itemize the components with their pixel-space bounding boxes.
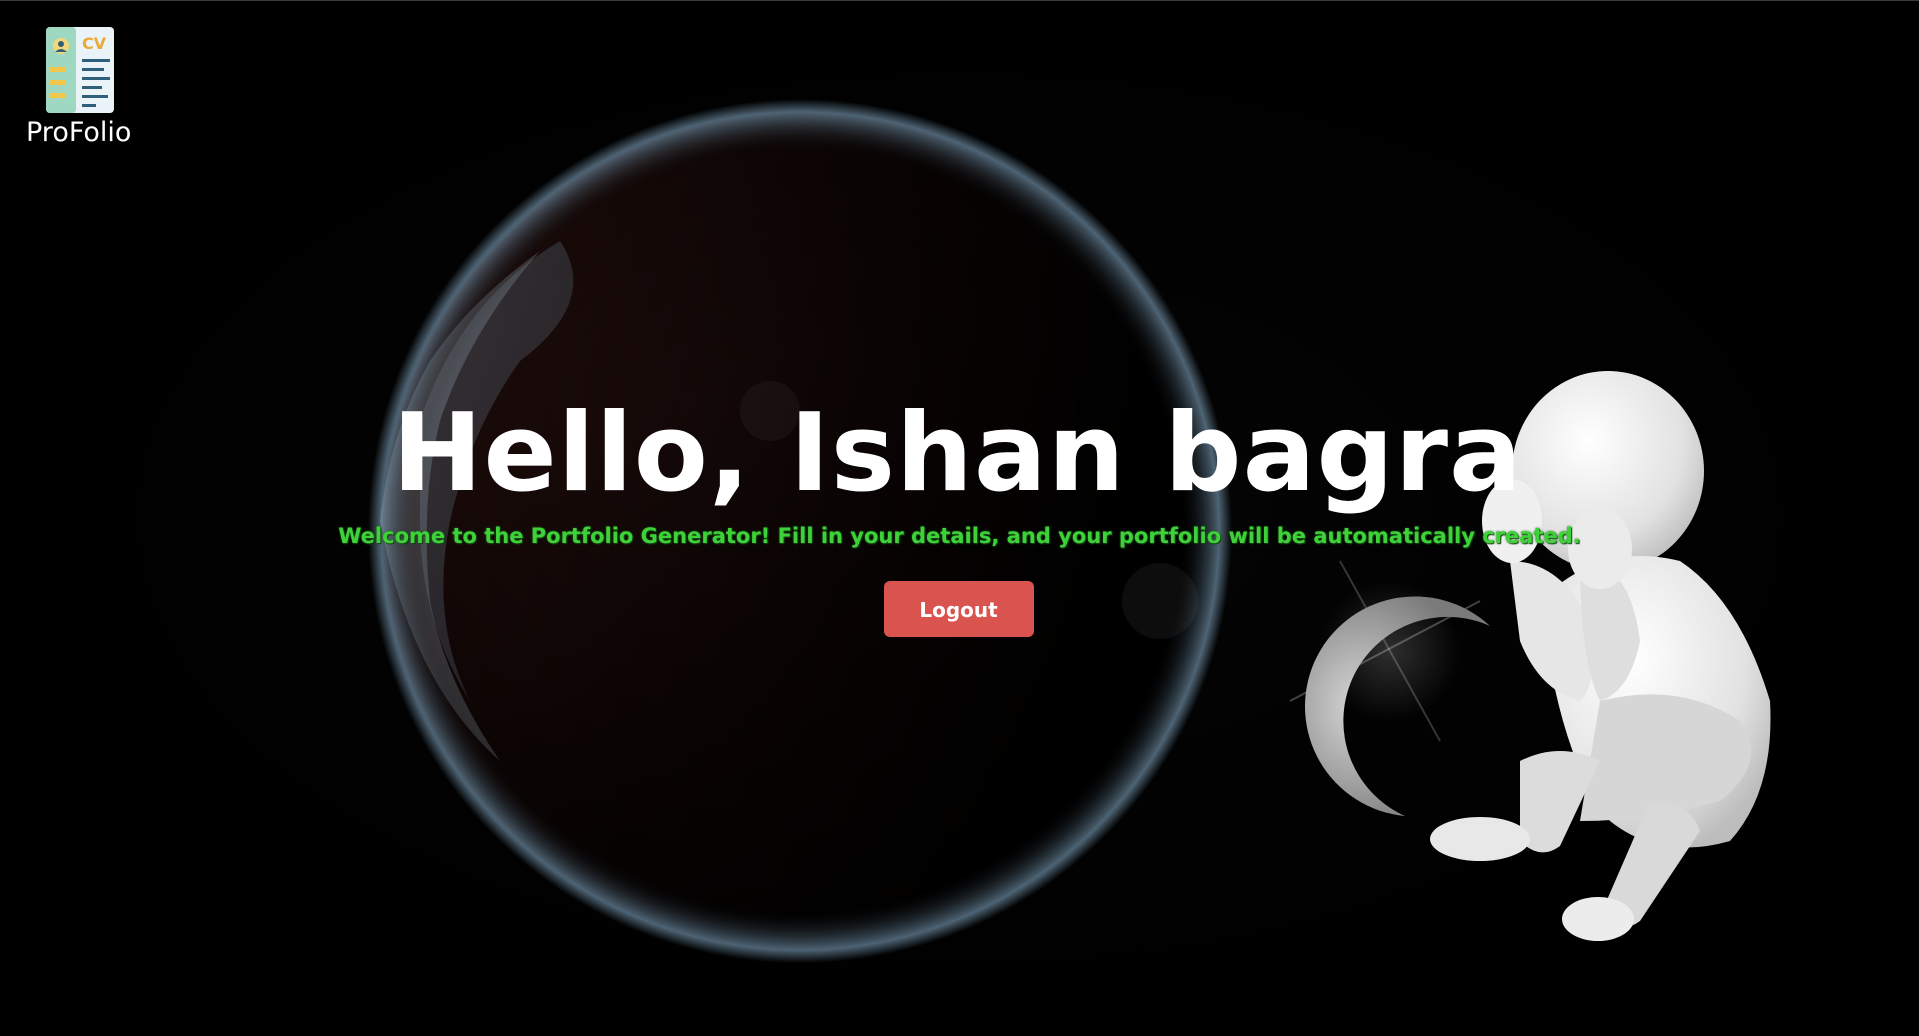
welcome-message: Welcome to the Portfolio Generator! Fill… [338, 524, 1581, 548]
app-page: CV ProFolio Hello, Ishan bagra Welcome t… [0, 0, 1919, 1036]
brand-logo[interactable]: CV ProFolio [22, 25, 142, 149]
greeting-heading: Hello, Ishan bagra [392, 391, 1523, 516]
logout-button[interactable]: Logout [883, 581, 1034, 637]
brand-name: ProFolio [26, 117, 132, 148]
logout-container: Logout [0, 581, 1919, 637]
hero-section: Hello, Ishan bagra Welcome to the Portfo… [0, 389, 1919, 637]
cv-document-icon: CV [46, 27, 114, 113]
logo-letters: CV [82, 34, 107, 53]
